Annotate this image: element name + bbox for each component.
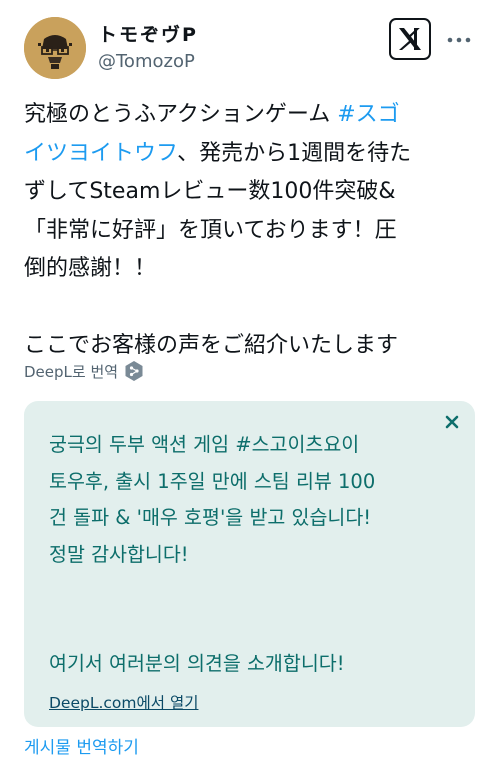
- translation-line: 토우후, 출시 1주일 만에 스팀 리뷰 100: [49, 469, 376, 493]
- user-handle[interactable]: @TomozoP: [98, 51, 195, 72]
- tweet-line: ずしてSteamレビュー数100件突破&: [24, 179, 396, 204]
- more-options-icon[interactable]: [446, 27, 472, 53]
- deepl-translate-link[interactable]: DeepL로 번역: [24, 360, 144, 382]
- x-logo-icon[interactable]: [389, 18, 431, 60]
- translation-line: 궁극의 두부 액션 게임 #스고이츠요이: [49, 433, 360, 456]
- tweet-line: 「非常に好評」を頂いております！圧: [24, 217, 397, 243]
- deepl-translate-label: DeepL로 번역: [24, 362, 119, 381]
- translation-line: 여기서 여러분의 의견을 소개합니다!: [49, 652, 345, 675]
- tweet-line: 究極のとうふアクションゲーム #スゴ: [24, 96, 476, 135]
- open-in-deepl-link[interactable]: DeepL.com에서 열기: [49, 691, 198, 713]
- translation-line: 정말 감사합니다!: [49, 542, 189, 566]
- tweet-text-segment: 、発売から1週間を待た: [177, 140, 412, 166]
- hashtag-link-continued[interactable]: イツヨイトウフ: [24, 141, 177, 166]
- translation-line: 건 돌파 & '매우 호평'을 받고 있습니다!: [49, 506, 372, 529]
- avatar[interactable]: [24, 17, 86, 79]
- tweet-line: 倒的感謝！！: [24, 256, 157, 281]
- tweet-text: 究極のとうふアクションゲーム #スゴ イツヨイトウフ、発売から1週間を待た ずし…: [24, 96, 476, 366]
- avatar-image: [24, 17, 86, 79]
- display-name[interactable]: トモぞヴP: [98, 20, 198, 47]
- tweet-text-segment: 究極のとうふアクションゲーム: [24, 102, 338, 127]
- tweet-line: イツヨイトウフ、発売から1週間を待た: [24, 135, 476, 174]
- translation-text: 궁극의 두부 액션 게임 #스고이츠요이 토우후, 출시 1주일 만에 스팀 리…: [49, 427, 454, 683]
- hashtag-link[interactable]: #スゴ: [337, 102, 399, 127]
- translate-post-link[interactable]: 게시물 번역하기: [24, 733, 139, 758]
- deepl-icon: [125, 361, 143, 381]
- translation-panel: 궁극의 두부 액션 게임 #스고이츠요이 토우후, 출시 1주일 만에 스팀 리…: [24, 401, 475, 727]
